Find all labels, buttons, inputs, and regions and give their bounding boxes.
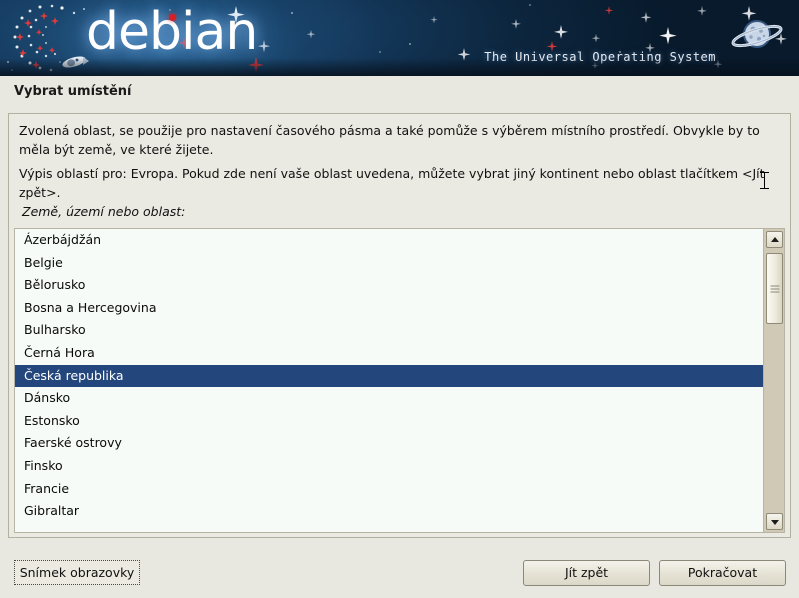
- wordmark-text: debian: [86, 2, 258, 62]
- screenshot-button[interactable]: Snímek obrazovky: [14, 560, 140, 585]
- list-item[interactable]: Estonsko: [15, 409, 763, 433]
- debian-wordmark: debian: [86, 2, 258, 62]
- scroll-up-arrow-icon[interactable]: [766, 231, 783, 248]
- scrollbar-grip-icon: [770, 285, 779, 292]
- chevron-down-icon: [770, 519, 779, 525]
- list-item[interactable]: Dánsko: [15, 387, 763, 410]
- saturn-planet-icon: [731, 20, 783, 48]
- go-back-button[interactable]: Jít zpět: [523, 560, 650, 586]
- list-item[interactable]: Černá Hora: [15, 341, 763, 365]
- page-title: Vybrat umístění: [14, 84, 132, 99]
- scrollbar-thumb[interactable]: [766, 253, 783, 324]
- list-item[interactable]: Ázerbájdžán: [15, 229, 763, 252]
- description-paragraph-2: Výpis oblastí pro: Evropa. Pokud zde nen…: [19, 166, 765, 200]
- country-listbox[interactable]: Ázerbájdžán Belgie Bělorusko Bosna a Herceg…: [14, 228, 785, 533]
- country-list-viewport[interactable]: Ázerbájdžán Belgie Bělorusko Bosna a Herceg…: [15, 229, 763, 532]
- country-list-scrollbar[interactable]: [763, 229, 784, 532]
- debian-logo-dot: [169, 14, 176, 21]
- list-item[interactable]: Česká republika: [15, 364, 763, 388]
- continue-button[interactable]: Pokračovat: [659, 560, 786, 586]
- list-item[interactable]: Bosna a Hercegovina: [15, 296, 763, 320]
- list-item[interactable]: Bělorusko: [15, 274, 763, 297]
- chevron-up-icon: [770, 236, 779, 242]
- description-paragraph-1: Zvolená oblast, se použije pro nastavení…: [19, 123, 760, 157]
- country-list-label: Země, území nebo oblast:: [22, 204, 186, 219]
- list-item[interactable]: Faerské ostrovy: [15, 432, 763, 455]
- list-item[interactable]: Francie: [15, 477, 763, 501]
- list-item[interactable]: Finsko: [15, 454, 763, 478]
- list-item[interactable]: Belgie: [15, 251, 763, 275]
- scroll-down-arrow-icon[interactable]: [766, 513, 783, 530]
- banner-bottom-fade: [0, 58, 799, 76]
- list-item[interactable]: Gibraltar: [15, 500, 763, 523]
- list-item[interactable]: Bulharsko: [15, 319, 763, 342]
- debian-banner: debian The Universal Operating System: [0, 0, 799, 76]
